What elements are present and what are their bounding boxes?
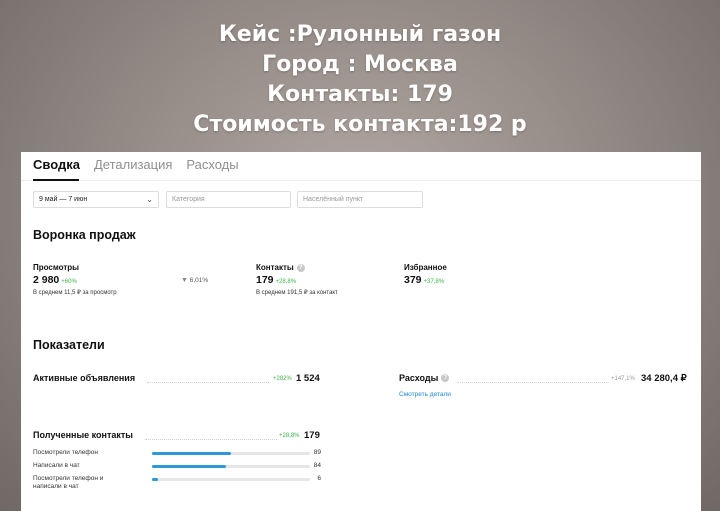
chevron-down-icon: ⌄ [146,195,153,204]
contacts-delta: +28,8% [275,279,297,285]
date-range-select[interactable]: 9 май — 7 июн ⌄ [33,191,159,208]
expenses-label-row: Расходы ? [399,373,450,383]
tab-expenses[interactable]: Расходы [186,157,238,179]
category-input[interactable]: Категория [166,191,291,208]
phone-and-chat-bar [152,478,310,481]
statistics-panel: Сводка Детализация Расходы 9 май — 7 июн… [21,152,701,511]
phone-and-chat-value: 6 [317,475,321,482]
headline-case: Кейс :Рулонный газон [218,22,502,47]
headline-city: Город : Москва [262,52,458,77]
dotted-leader [145,439,277,440]
avito-logo-icon [614,474,633,493]
city-placeholder: Населённый пункт [303,196,364,203]
views-metric: Просмотры 2 980 +60% В среднем 11,5 ₽ за … [33,263,117,296]
expenses-delta: +147,1% [611,376,635,382]
phone-views-bar-fill [152,452,231,455]
chat-messages-label: Написали в чат [33,462,80,469]
phone-views-value: 89 [313,449,321,456]
favorites-delta: +37,8% [423,279,445,285]
funnel-icon: ▼ [181,277,188,284]
tabs-divider [21,180,701,181]
phone-views-bar [152,452,310,455]
category-placeholder: Категория [172,196,205,203]
indicators-title: Показатели [33,338,105,352]
headline-contacts: Контакты: 179 [267,82,453,107]
views-label: Просмотры [33,263,80,272]
city-input[interactable]: Населённый пункт [297,191,423,208]
active-ads-value: 1 524 [296,373,320,384]
received-contacts-delta: +28,8% [279,433,300,439]
active-ads-delta: +282% [273,376,292,382]
chat-messages-bar-fill [152,465,227,468]
view-details-link[interactable]: Смотреть детали [399,391,451,398]
views-value-row: 2 980 +60% [33,274,117,286]
tab-summary[interactable]: Сводка [33,157,80,179]
favorites-label: Избранное [404,263,447,272]
active-tab-indicator [33,179,79,181]
chat-messages-value: 84 [313,462,321,469]
dotted-leader [147,382,269,383]
avito-watermark: Avito [612,471,701,496]
contacts-label-row: Контакты ? [256,263,338,272]
favorites-value-row: 379 +37,8% [404,274,447,286]
favorites-metric: Избранное 379 +37,8% [404,263,447,286]
headline-contact-cost: Стоимость контакта:192 р [193,112,527,137]
phone-and-chat-bar-fill [152,478,159,481]
funnel-title: Воронка продаж [33,228,136,242]
contacts-note: В среднем 191,5 ₽ за контакт [256,290,338,296]
favorites-value: 379 [404,274,422,286]
conversion-rate: ▼ 6,01% [181,277,208,284]
chat-messages-bar [152,465,310,468]
question-icon[interactable]: ? [441,374,450,382]
views-value: 2 980 [33,274,60,286]
received-contacts-value: 179 [304,430,320,441]
phone-views-label: Посмотрели телефон [33,449,98,456]
received-contacts-label: Полученные контакты [33,430,133,440]
expenses-value: 34 280,4 ₽ [641,373,687,384]
phone-and-chat-label: Посмотрели телефон и написали в чат [33,475,104,490]
tab-bar: Сводка Детализация Расходы [33,157,253,179]
views-delta: +60% [61,279,77,285]
active-ads-label: Активные объявления [33,373,136,383]
contacts-value-row: 179 +28,8% [256,274,338,286]
conversion-value: 6,01% [189,277,209,284]
dotted-leader [457,382,609,383]
contacts-metric: Контакты ? 179 +28,8% В среднем 191,5 ₽ з… [256,263,338,296]
avito-wordmark: Avito [637,471,701,496]
views-note: В среднем 11,5 ₽ за просмотр [33,290,117,296]
question-icon[interactable]: ? [296,263,305,272]
date-range-value: 9 май — 7 июн [39,196,88,203]
contacts-value: 179 [256,274,274,286]
contacts-label: Контакты [256,263,294,272]
expenses-label: Расходы [399,373,439,383]
tab-details[interactable]: Детализация [94,157,172,179]
case-headline: Кейс :Рулонный газон Город : Москва Конт… [0,20,720,140]
